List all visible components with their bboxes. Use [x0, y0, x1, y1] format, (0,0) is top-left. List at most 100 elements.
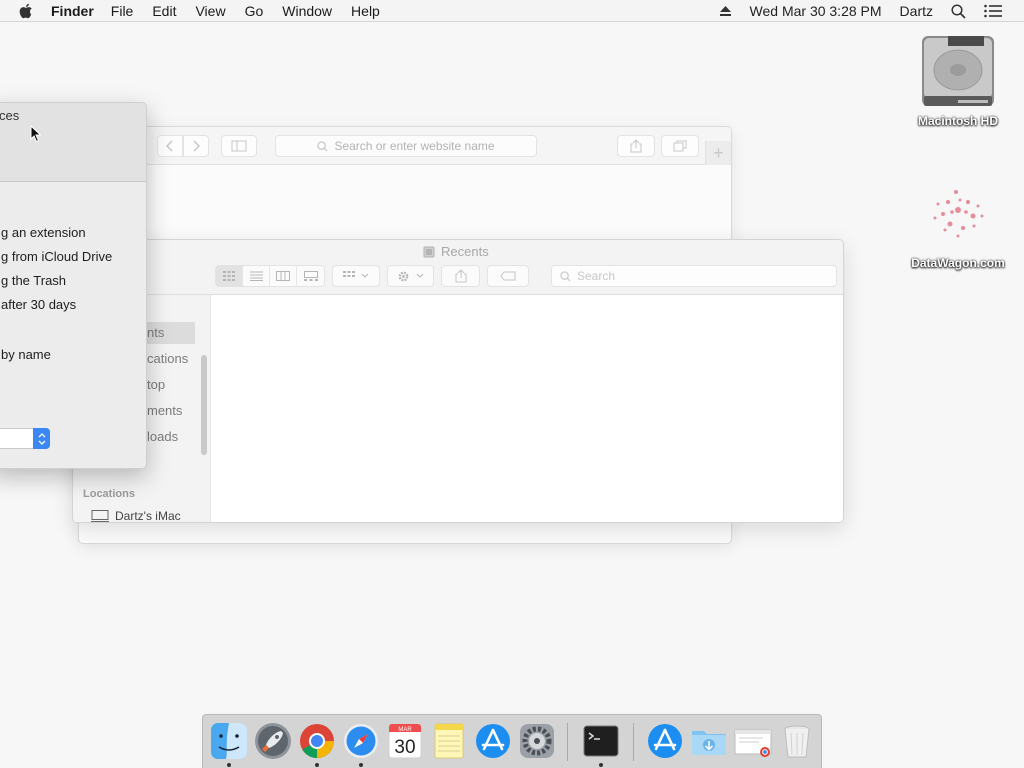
back-button[interactable] — [157, 135, 183, 157]
menu-window[interactable]: Window — [282, 3, 332, 19]
forward-button[interactable] — [183, 135, 209, 157]
datawagon-label: DataWagon.com — [911, 256, 1005, 270]
dock-minimized-window[interactable] — [733, 721, 773, 761]
plus-icon: + — [713, 142, 724, 163]
calendar-day: 30 — [394, 737, 415, 758]
action-button[interactable] — [387, 265, 434, 287]
app-store-icon — [476, 724, 510, 758]
desktop-icon-macintosh-hd[interactable]: Macintosh HD — [898, 30, 1018, 128]
dock-applications-stack[interactable] — [645, 721, 685, 761]
window-title-text: Recents — [441, 244, 489, 259]
menu-go[interactable]: Go — [245, 3, 264, 19]
view-mode-control — [215, 265, 325, 287]
tag-icon — [500, 271, 516, 281]
user-name[interactable]: Dartz — [900, 3, 933, 19]
sidebar-item-label: loads — [147, 429, 179, 444]
column-view-button[interactable] — [270, 266, 297, 286]
search-field[interactable]: Search — [551, 265, 837, 287]
running-indicator — [359, 763, 363, 767]
search-scope-popup[interactable] — [0, 428, 50, 449]
gear-icon — [398, 271, 409, 281]
spotlight-search-icon[interactable] — [951, 3, 966, 19]
tags-button[interactable] — [487, 265, 529, 287]
new-tab-button[interactable]: + — [705, 141, 731, 165]
finder-icon — [211, 723, 247, 759]
option-extension-warning[interactable]: g an extension — [1, 225, 86, 240]
chevron-down-icon — [416, 273, 424, 278]
rocket-icon — [255, 723, 291, 759]
option-folders-on-top[interactable]: by name — [1, 347, 51, 362]
tags-seg — [488, 266, 528, 286]
sidebar-toggle-button[interactable] — [221, 135, 257, 157]
search-icon — [560, 270, 571, 282]
dock-chrome[interactable] — [297, 721, 337, 761]
window-title: Recents — [423, 244, 489, 259]
chevron-updown-icon — [38, 432, 45, 445]
address-placeholder: Search or enter website name — [334, 139, 495, 153]
popup-stepper — [33, 428, 50, 449]
preferences-toolbar: ces — [0, 103, 146, 182]
search-placeholder: Search — [577, 269, 616, 283]
notes-icon — [434, 723, 464, 759]
tabs-overview-button[interactable] — [661, 135, 699, 157]
dock-app-store[interactable] — [473, 721, 513, 761]
address-bar[interactable]: Search or enter website name — [275, 135, 537, 157]
trash-icon — [784, 725, 810, 758]
safari-compass-icon — [344, 724, 378, 758]
option-remove-trash-30-days[interactable]: after 30 days — [1, 297, 76, 312]
icon-view-button[interactable] — [216, 266, 243, 286]
dock-trash[interactable] — [777, 721, 817, 761]
eject-icon[interactable] — [719, 5, 732, 17]
dock-system-preferences[interactable] — [517, 721, 557, 761]
desktop-icon-datawagon[interactable]: DataWagon.com — [898, 172, 1018, 270]
sidebar-item-label: cations — [147, 351, 189, 366]
menu-file[interactable]: File — [111, 3, 134, 19]
finder-window: Recents Search nts cations top ments loa… — [72, 239, 844, 523]
menu-view[interactable]: View — [195, 3, 225, 19]
search-icon — [317, 140, 328, 152]
file-browser-area[interactable] — [212, 295, 843, 522]
finder-preferences-window: ces g an extension g from iCloud Drive g… — [0, 102, 147, 469]
running-indicator — [599, 763, 603, 767]
share-button[interactable] — [441, 265, 480, 287]
share-seg — [442, 266, 479, 286]
dock-calendar[interactable]: MAR 30 — [385, 721, 425, 761]
menu-help[interactable]: Help — [351, 3, 380, 19]
share-icon — [455, 269, 466, 283]
notification-center-icon[interactable] — [984, 4, 1002, 18]
running-indicator — [227, 763, 231, 767]
clock[interactable]: Wed Mar 30 3:28 PM — [750, 3, 882, 19]
safari-toolbar: Search or enter website name + — [79, 127, 731, 165]
option-trash-warning[interactable]: g the Trash — [1, 273, 66, 288]
calendar-icon: MAR 30 — [388, 723, 422, 759]
terminal-icon — [583, 725, 619, 757]
sidebar-item-label: top — [147, 377, 166, 392]
hard-drive-icon — [922, 36, 994, 106]
apple-icon[interactable] — [19, 3, 35, 19]
group-by-button[interactable] — [332, 265, 380, 287]
computer-icon — [91, 510, 109, 522]
grid-icon — [343, 271, 355, 277]
dock-notes[interactable] — [429, 721, 469, 761]
share-button[interactable] — [617, 135, 655, 157]
chevron-down-icon — [361, 273, 369, 278]
columns-icon — [276, 271, 290, 281]
gear-icon — [520, 724, 554, 758]
menu-edit[interactable]: Edit — [152, 3, 176, 19]
sidebar-scrollbar[interactable] — [201, 355, 207, 455]
tabs-icon — [673, 140, 687, 152]
dock-downloads-stack[interactable] — [689, 721, 729, 761]
menu-extras: Wed Mar 30 3:28 PM Dartz — [719, 0, 1024, 22]
applications-folder-icon — [648, 724, 682, 758]
list-view-button[interactable] — [243, 266, 270, 286]
dock-terminal[interactable] — [581, 721, 621, 761]
dock-finder[interactable] — [209, 721, 249, 761]
gallery-view-button[interactable] — [297, 266, 324, 286]
dock-safari[interactable] — [341, 721, 381, 761]
dock-launchpad[interactable] — [253, 721, 293, 761]
menu-finder[interactable]: Finder — [51, 3, 94, 19]
option-icloud-warning[interactable]: g from iCloud Drive — [1, 249, 112, 264]
gallery-icon — [303, 271, 318, 281]
window-preview-icon — [734, 729, 772, 757]
sidebar-item-imac[interactable]: Dartz's iMac — [91, 509, 181, 522]
